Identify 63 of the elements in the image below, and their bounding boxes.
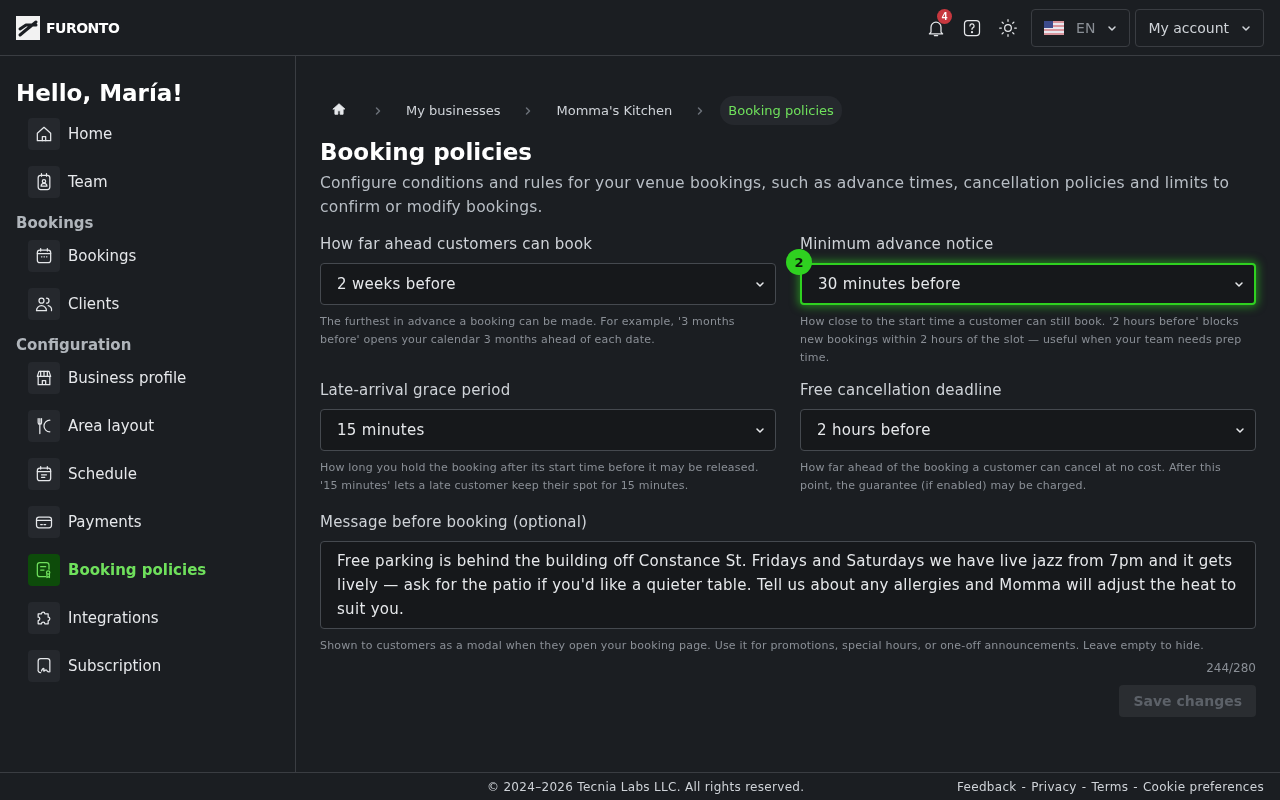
- page-description: Configure conditions and rules for your venue bookings, such as advance times, cancellation policies and limits to confirm or modify bookings.: [320, 173, 1231, 218]
- breadcrumb-link[interactable]: Momma's Kitchen: [548, 96, 681, 125]
- section-heading: Configuration: [16, 336, 133, 354]
- sidebar-item[interactable]: Home: [16, 118, 279, 150]
- greeting: Hello, María!: [16, 80, 184, 106]
- footer-link[interactable]: Feedback: [957, 779, 1017, 794]
- sun-icon: [998, 17, 1019, 38]
- calendar-icon: [34, 246, 54, 266]
- select-field[interactable]: 2 weeks before: [320, 263, 776, 305]
- field-label: How far ahead customers can book: [320, 235, 594, 253]
- sidebar-item[interactable]: Team: [16, 166, 279, 198]
- sidebar-item[interactable]: Schedule: [16, 458, 279, 490]
- link-separator: -: [1133, 779, 1138, 794]
- flag-icon: [1044, 20, 1065, 35]
- footer-link[interactable]: Cookie preferences: [1142, 779, 1264, 794]
- sidebar-item[interactable]: Business profile: [16, 362, 279, 394]
- chevron-right-icon: [696, 105, 705, 116]
- chevron-right-icon: [374, 105, 382, 116]
- chevron-down-icon: [755, 425, 765, 435]
- copyright-text: © 2024–2026 Tecnia Labs LLC. All rights reserved.: [487, 779, 805, 794]
- link-separator: -: [1081, 779, 1087, 794]
- chevron-down-icon: [1234, 279, 1244, 289]
- chevron-down-icon: [755, 279, 765, 289]
- breadcrumb-link[interactable]: My businesses: [398, 96, 509, 125]
- sidebar-item[interactable]: Clients: [16, 288, 279, 320]
- message-textarea[interactable]: Free parking is behind the building off Constance St. Fridays and Saturdays we have live jazz from 7pm and it gets lively — ask for the patio if you'd like a quieter table. Tell us about any allergies and Momma will adjust the heat to suit you.: [320, 541, 1256, 629]
- sidebar-item[interactable]: Payments: [16, 506, 279, 538]
- link-separator: -: [1021, 779, 1027, 794]
- help-text: How close to the start time a customer can still book. '2 hours before' blocks new bookings within 2 hours of the slot — useful when your team needs prep time.: [800, 314, 1243, 366]
- help-text: Shown to customers as a modal when they open your booking page. Use it for promotions, special hours, or one-off announcements. Leave empty to hide.: [320, 638, 1205, 654]
- footer-link[interactable]: Terms: [1091, 779, 1129, 794]
- page-title: Booking policies: [320, 139, 533, 165]
- step-badge: 2: [786, 249, 812, 275]
- language-selector[interactable]: EN: [1031, 8, 1131, 47]
- notifications-button[interactable]: 4: [918, 9, 955, 46]
- chevron-down-icon: [1235, 425, 1245, 435]
- brand-name: FURONTO: [46, 19, 120, 36]
- house-icon: [332, 102, 346, 116]
- section-heading: Bookings: [16, 214, 95, 232]
- help-text: The furthest in advance a booking can be made. For example, '3 months before' opens your calendar 3 months ahead of each date.: [320, 314, 736, 348]
- chevron-right-icon: [524, 105, 533, 116]
- footer-link[interactable]: Privacy: [1031, 779, 1077, 794]
- storefront-icon: [34, 368, 54, 388]
- sidebar-item[interactable]: Bookings: [16, 240, 279, 272]
- field-label: Free cancellation deadline: [800, 381, 1003, 399]
- sidebar-item[interactable]: Integrations: [16, 602, 279, 634]
- logo-icon: [16, 15, 40, 40]
- notification-count: 4: [937, 8, 953, 24]
- sidebar-item[interactable]: Subscription: [16, 650, 279, 682]
- breadcrumb-link[interactable]: Booking policies: [720, 96, 842, 125]
- field-label: Late-arrival grace period: [320, 381, 512, 399]
- select-field[interactable]: 2 hours before: [800, 409, 1256, 451]
- sidebar-item[interactable]: Booking policies: [16, 554, 279, 586]
- help-icon: [962, 17, 983, 38]
- sidebar-item[interactable]: Area layout: [16, 410, 279, 442]
- select-field[interactable]: 15 minutes: [320, 409, 776, 451]
- help-text: How far ahead of the booking a customer can cancel at no cost. After this point, the guarantee (if enabled) may be charged.: [800, 460, 1222, 494]
- account-menu-button[interactable]: My account: [1135, 8, 1264, 47]
- field-label: Message before booking (optional): [320, 513, 589, 531]
- character-counter: 244/280: [1205, 661, 1256, 675]
- calendar-icon: [34, 464, 54, 484]
- help-text: How long you hold the booking after its start time before it may be released. '15 minutes' lets a late customer keep their spot for 15 minutes.: [320, 460, 760, 494]
- house-icon: [34, 124, 54, 144]
